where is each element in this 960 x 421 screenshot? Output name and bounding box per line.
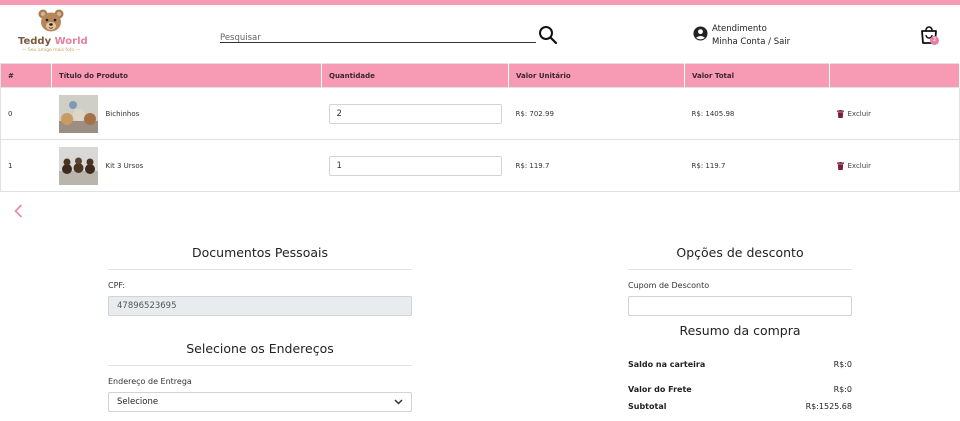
col-actions	[829, 63, 960, 88]
divider	[628, 269, 852, 270]
shipping-label: Valor do Frete	[628, 385, 692, 394]
cpf-value: 47896523695	[117, 301, 177, 311]
delivery-address-select[interactable]: Selecione	[108, 392, 412, 412]
quantity-input[interactable]	[328, 103, 502, 124]
account-logout-link[interactable]: Minha Conta / Sair	[712, 37, 790, 47]
cart-button[interactable]: 2	[919, 25, 941, 47]
chevron-down-icon	[394, 399, 403, 405]
cart-count-badge: 2	[930, 36, 939, 45]
delete-label: Excluir	[847, 109, 872, 118]
quantity-cell	[321, 139, 509, 192]
shipping-value: R$:0	[833, 385, 852, 394]
col-title: Título do Produto	[51, 63, 322, 88]
unit-price: R$: 702.99	[508, 87, 685, 140]
search-input[interactable]	[220, 30, 536, 46]
total-price: R$: 119.7	[684, 139, 830, 192]
brand-logo[interactable]: Teddy World — Seu amigo mais fofo —	[18, 8, 88, 64]
total-price: R$: 1405.98	[684, 87, 830, 140]
col-index: #	[0, 63, 52, 88]
summary-title: Resumo da compra	[679, 323, 801, 338]
teddy-bear-icon	[38, 9, 64, 32]
cart-table: # Título do Produto Quantidade Valor Uni…	[0, 63, 960, 192]
product-title: Bichinhos	[105, 109, 140, 118]
actions-cell: Excluir	[829, 87, 960, 140]
subtotal-row: Subtotal R$:1525.68	[628, 402, 852, 411]
search-icon	[539, 26, 558, 45]
trash-icon	[836, 161, 844, 170]
table-row: 0 Bichinhos R$: 702.99 R$: 1405.98	[0, 87, 960, 140]
col-unit-price: Valor Unitário	[508, 63, 685, 88]
subtotal-value: R$:1525.68	[805, 402, 852, 411]
discount-title: Opções de desconto	[676, 245, 804, 260]
subtotal-label: Subtotal	[628, 402, 667, 411]
header: Teddy World — Seu amigo mais fofo — Aten…	[0, 5, 960, 63]
table-row: 1 Kit 3 Ursos R$: 1	[0, 139, 960, 192]
brand-name: Teddy World	[18, 36, 88, 47]
quantity-input[interactable]	[328, 155, 502, 176]
chevron-left-icon	[14, 204, 22, 218]
cpf-label: CPF:	[108, 281, 126, 290]
coupon-label: Cupom de Desconto	[628, 281, 710, 290]
wallet-label: Saldo na carteira	[628, 360, 706, 369]
product-thumbnail[interactable]	[58, 94, 98, 133]
row-index: 1	[0, 139, 52, 192]
coupon-input[interactable]	[628, 296, 852, 316]
delivery-address-value: Selecione	[117, 397, 159, 407]
col-quantity: Quantidade	[321, 63, 509, 88]
back-button[interactable]	[12, 203, 24, 218]
product-title: Kit 3 Ursos	[105, 161, 144, 170]
search-bar	[220, 25, 536, 46]
delete-label: Excluir	[847, 161, 872, 170]
wallet-value: R$:0	[833, 360, 852, 369]
documents-title: Documentos Pessoais	[192, 245, 328, 260]
col-total: Valor Total	[684, 63, 830, 88]
trash-icon	[836, 109, 844, 118]
divider	[108, 365, 412, 366]
delivery-address-label: Endereço de Entrega	[108, 377, 192, 386]
table-header-row: # Título do Produto Quantidade Valor Uni…	[0, 63, 960, 88]
brand-tagline: — Seu amigo mais fofo —	[21, 48, 81, 53]
unit-price: R$: 119.7	[508, 139, 685, 192]
divider	[108, 269, 412, 270]
row-index: 0	[0, 87, 52, 140]
product-thumbnail[interactable]	[58, 146, 98, 185]
cpf-field[interactable]: 47896523695	[108, 296, 412, 316]
support-link[interactable]: Atendimento	[712, 24, 767, 34]
user-circle-icon	[693, 26, 708, 41]
wallet-balance-row: Saldo na carteira R$:0	[628, 360, 852, 369]
product-cell: Kit 3 Ursos	[51, 139, 322, 192]
actions-cell: Excluir	[829, 139, 960, 192]
product-cell: Bichinhos	[51, 87, 322, 140]
search-button[interactable]	[538, 25, 558, 45]
shipping-row: Valor do Frete R$:0	[628, 385, 852, 394]
delete-button[interactable]: Excluir	[836, 161, 953, 170]
delete-button[interactable]: Excluir	[836, 109, 953, 118]
addresses-title: Selecione os Endereços	[186, 341, 334, 356]
quantity-cell	[321, 87, 509, 140]
